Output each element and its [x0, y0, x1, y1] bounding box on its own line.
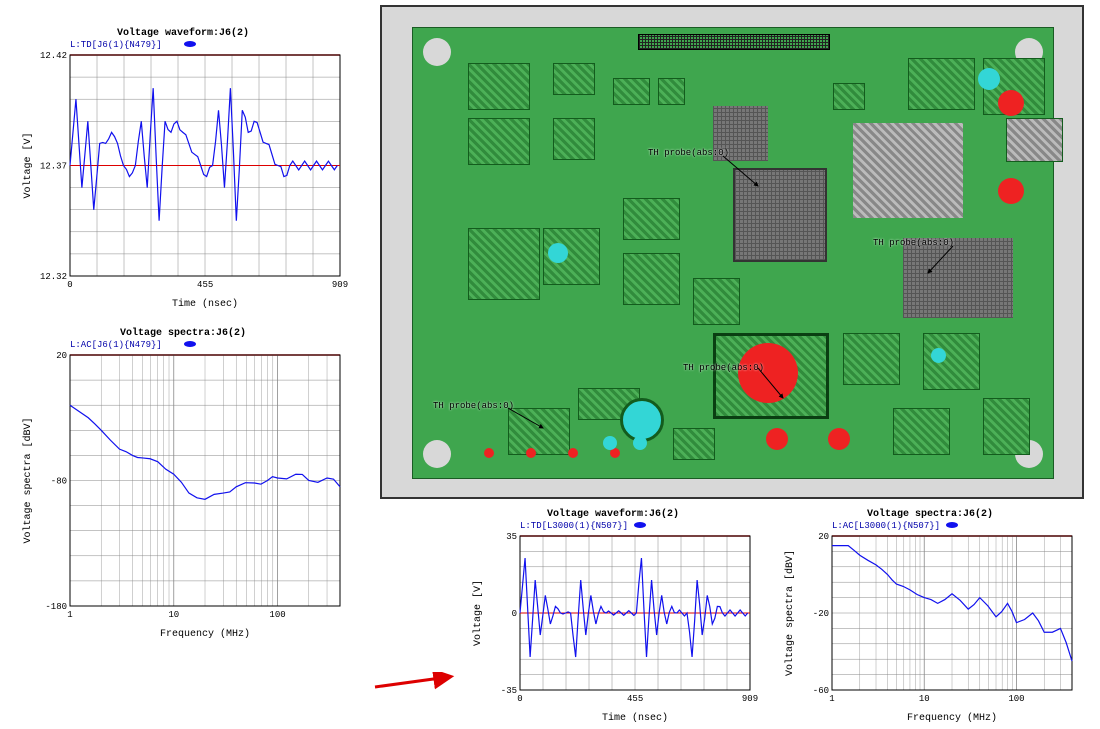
svg-text:12.32: 12.32	[40, 272, 67, 282]
svg-text:20: 20	[818, 532, 829, 542]
svg-text:Voltage waveform:J6(2): Voltage waveform:J6(2)	[547, 508, 679, 520]
svg-text:Frequency (MHz): Frequency (MHz)	[160, 628, 250, 640]
svg-text:0: 0	[67, 280, 72, 290]
svg-text:-180: -180	[45, 602, 67, 612]
svg-text:-80: -80	[51, 477, 67, 487]
svg-text:10: 10	[168, 610, 179, 620]
svg-text:35: 35	[506, 532, 517, 542]
svg-text:L:AC[L3000(1){N507}]: L:AC[L3000(1){N507}]	[832, 521, 940, 531]
svg-text:L:TD[L3000(1){N507}]: L:TD[L3000(1){N507}]	[520, 521, 628, 531]
svg-text:Voltage waveform:J6(2): Voltage waveform:J6(2)	[117, 27, 249, 39]
svg-text:20: 20	[56, 351, 67, 361]
svg-text:L:AC[J6(1){N479}]: L:AC[J6(1){N479}]	[70, 340, 162, 350]
svg-text:-60: -60	[813, 686, 829, 696]
svg-text:Voltage spectra:J6(2): Voltage spectra:J6(2)	[120, 327, 246, 339]
svg-text:455: 455	[197, 280, 213, 290]
svg-text:0: 0	[517, 694, 522, 704]
pcb-layout-panel: TH probe(abs:0) TH probe(abs:0) TH probe…	[380, 5, 1084, 499]
svg-text:100: 100	[1008, 694, 1024, 704]
svg-text:0: 0	[512, 609, 517, 619]
svg-text:Voltage spectra [dBV]: Voltage spectra [dBV]	[22, 417, 34, 543]
svg-text:100: 100	[269, 610, 285, 620]
chart-voltage-waveform-j6-1: Voltage waveform:J6(2)L:TD[J6(1){N479}]1…	[18, 25, 348, 310]
pcb-probe-arrows	[413, 28, 1053, 478]
svg-text:-20: -20	[813, 609, 829, 619]
chart-voltage-spectra-j6-1: Voltage spectra:J6(2)L:AC[J6(1){N479}] -1…	[18, 325, 348, 640]
svg-text:909: 909	[742, 694, 758, 704]
svg-text:Time (nsec): Time (nsec)	[602, 712, 668, 724]
svg-text:Time (nsec): Time (nsec)	[172, 298, 238, 310]
arrow-icon	[370, 672, 460, 692]
svg-text:Voltage spectra [dBV]: Voltage spectra [dBV]	[784, 550, 796, 676]
pcb-board: TH probe(abs:0) TH probe(abs:0) TH probe…	[412, 27, 1054, 479]
svg-text:12.42: 12.42	[40, 51, 67, 61]
svg-text:Voltage [V]: Voltage [V]	[22, 132, 34, 198]
svg-text:909: 909	[332, 280, 348, 290]
svg-text:455: 455	[627, 694, 643, 704]
svg-text:-35: -35	[501, 686, 517, 696]
svg-text:L:TD[J6(1){N479}]: L:TD[J6(1){N479}]	[70, 40, 162, 50]
svg-text:Frequency (MHz): Frequency (MHz)	[907, 712, 997, 724]
svg-text:Voltage [V]: Voltage [V]	[472, 580, 484, 646]
chart-voltage-waveform-j6-2: Voltage waveform:J6(2)L:TD[L3000(1){N507…	[468, 506, 758, 724]
svg-text:10: 10	[919, 694, 930, 704]
chart-voltage-spectra-j6-2: Voltage spectra:J6(2)L:AC[L3000(1){N507}…	[780, 506, 1080, 724]
svg-text:Voltage spectra:J6(2): Voltage spectra:J6(2)	[867, 508, 993, 520]
svg-text:1: 1	[67, 610, 72, 620]
svg-text:12.37: 12.37	[40, 162, 67, 172]
svg-text:1: 1	[829, 694, 834, 704]
